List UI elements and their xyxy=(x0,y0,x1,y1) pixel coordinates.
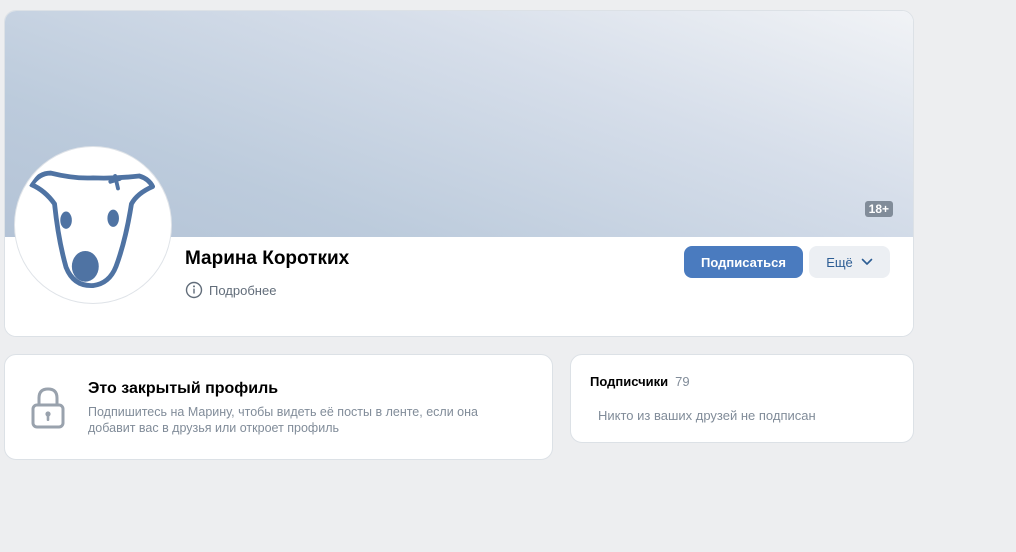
chevron-down-icon xyxy=(861,258,873,265)
subscribers-title: Подписчики xyxy=(590,374,669,389)
subscribers-empty-text: Никто из ваших друзей не подписан xyxy=(598,408,816,423)
lock-icon xyxy=(31,387,65,429)
details-link[interactable]: Подробнее xyxy=(185,281,276,299)
more-label: Ещё xyxy=(826,254,853,270)
profile-name: Марина Коротких xyxy=(185,248,350,269)
details-label: Подробнее xyxy=(209,282,277,298)
vk-dog-camera-icon xyxy=(29,170,156,288)
closed-profile-title: Это закрытый профиль xyxy=(88,380,279,397)
more-button[interactable]: Ещё xyxy=(809,246,890,278)
avatar[interactable] xyxy=(15,147,171,303)
closed-profile-card: Это закрытый профиль Подпишитесь на Мари… xyxy=(4,354,553,460)
subscribers-count: 79 xyxy=(675,374,690,389)
info-icon xyxy=(185,281,203,299)
closed-profile-description: Подпишитесь на Марину, чтобы видеть её п… xyxy=(88,405,478,435)
subscribe-button[interactable]: Подписаться xyxy=(684,246,803,278)
subscribers-card: Подписчики 79 Никто из ваших друзей не п… xyxy=(570,354,914,443)
subscribers-header[interactable]: Подписчики 79 xyxy=(590,374,690,389)
age-badge: 18+ xyxy=(864,201,893,217)
